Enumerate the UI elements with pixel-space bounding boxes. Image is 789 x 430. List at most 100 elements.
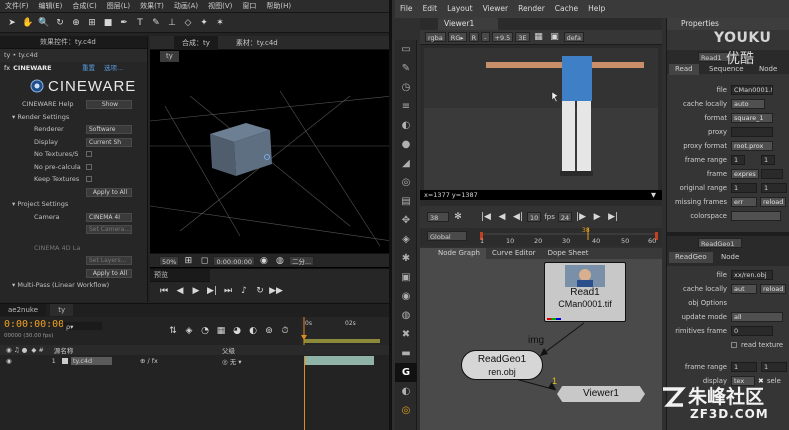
comp-timecode[interactable]: 0:00:00:00 — [213, 255, 255, 266]
viewer1-node[interactable]: Viewer1 — [557, 386, 645, 402]
layer-select[interactable]: rgba — [425, 32, 446, 42]
views-tools-icon[interactable]: ▣ — [395, 268, 417, 287]
rg-file-field[interactable]: xx/ren.obj — [731, 270, 773, 280]
timeline-ruler[interactable]: Global 38 1 10 20 30 40 50 60 — [420, 227, 662, 246]
clone-tool-icon[interactable]: ⊥ — [166, 17, 178, 29]
camera-tool-icon[interactable]: ⊕ — [70, 17, 82, 29]
ae-menu-window[interactable]: 窗口 — [237, 0, 261, 13]
frame-range-scope[interactable]: Global — [427, 231, 467, 241]
nuke-menu-edit[interactable]: Edit — [418, 0, 443, 20]
rectangle-tool-icon[interactable]: ■ — [102, 17, 114, 29]
play-icon[interactable]: ▶ — [190, 285, 202, 297]
layer-duration-bar[interactable] — [304, 356, 374, 365]
channel-icon[interactable]: ◍ — [274, 255, 286, 267]
ofx-tools-icon[interactable]: ◐ — [395, 382, 417, 401]
pen-tool-icon[interactable]: ✒ — [118, 17, 130, 29]
zoom-tool-icon[interactable]: 🔍 — [38, 17, 50, 29]
pan-behind-tool-icon[interactable]: ⊞ — [86, 17, 98, 29]
playhead-line[interactable] — [304, 356, 305, 430]
effect-header[interactable]: fx CINEWARE 重置 选项... — [0, 62, 147, 75]
prop-frame-field[interactable] — [761, 169, 783, 179]
loop-icon[interactable]: ↻ — [254, 285, 266, 297]
effect-options-link[interactable]: 选项... — [104, 62, 123, 75]
layer-tools-icon[interactable]: ▤ — [395, 192, 417, 211]
no-textures-checkbox[interactable] — [86, 151, 92, 157]
info-dropdown-icon[interactable]: ▼ — [651, 190, 656, 200]
readgeo1-node[interactable]: ReadGeo1 ren.obj — [461, 350, 543, 380]
roi-icon[interactable]: ▣ — [549, 31, 561, 43]
fps-field[interactable]: 24 — [557, 212, 573, 222]
skip-start-icon[interactable]: |◀ — [480, 211, 492, 223]
eraser-tool-icon[interactable]: ◇ — [182, 17, 194, 29]
prop-cache-select[interactable]: auto — [731, 99, 765, 109]
readgeo1-name-field[interactable]: ReadGeo1 — [698, 238, 742, 248]
brush-tool-icon[interactable]: ✎ — [150, 17, 162, 29]
draw-tools-icon[interactable]: ✎ — [395, 59, 417, 78]
current-timecode[interactable]: 0:00:00:00 — [4, 319, 64, 330]
ae-menu-help[interactable]: 帮助(H) — [261, 0, 296, 13]
rg-readtex-checkbox[interactable] — [731, 342, 737, 348]
keep-textures-checkbox[interactable] — [86, 176, 92, 182]
comp-tab[interactable]: 合成：ty — [174, 35, 218, 50]
preview-tab[interactable]: 预览 — [150, 269, 210, 282]
other-tools-icon[interactable]: ✖ — [395, 325, 417, 344]
motion-blur-icon[interactable]: ◕ — [231, 325, 243, 337]
parent-column[interactable]: 父级 — [222, 345, 235, 355]
mask-icon[interactable]: ◻ — [198, 255, 210, 267]
text-tool-icon[interactable]: T — [134, 17, 146, 29]
transform-tools-icon[interactable]: ✥ — [395, 211, 417, 230]
current-frame-field[interactable]: 38 — [427, 212, 449, 222]
furnace-tools-icon[interactable]: ▬ — [395, 344, 417, 363]
effect-controls-tab[interactable]: 效果控件：ty.c4d — [0, 36, 147, 49]
nuke-menu-help[interactable]: Help — [583, 0, 610, 20]
ae-menu-animation[interactable]: 动画(A) — [169, 0, 203, 13]
apply-to-all-button-2[interactable]: Apply to All — [86, 268, 132, 278]
ae-menu-view[interactable]: 视图(V) — [203, 0, 237, 13]
tab-dope-sheet[interactable]: Dope Sheet — [542, 248, 595, 259]
tab-node[interactable]: Node — [715, 252, 745, 263]
metadata-tools-icon[interactable]: ◉ — [395, 287, 417, 306]
selection-tool-icon[interactable]: ➤ — [6, 17, 18, 29]
step-back-icon[interactable]: ◀| — [512, 211, 524, 223]
channel-select[interactable]: RG▸ — [447, 32, 467, 42]
rg-cache-select[interactable]: aut — [731, 284, 757, 294]
input-a-select[interactable]: - — [481, 32, 490, 42]
layer-switches[interactable]: ⊕ ∕ fx — [140, 357, 158, 365]
display-select[interactable]: Current Sh — [86, 137, 132, 147]
comp-flow-icon[interactable]: ⇅ — [167, 325, 179, 337]
tab-node-graph[interactable]: Node Graph — [432, 248, 486, 259]
toolsets-icon[interactable]: ◍ — [395, 306, 417, 325]
play-backward-icon[interactable]: ◀ — [496, 211, 508, 223]
snapshot-icon[interactable]: ◉ — [258, 255, 270, 267]
nuke-menu-file[interactable]: File — [395, 0, 418, 20]
rg-update-select[interactable]: all — [731, 312, 783, 322]
step-forward-icon[interactable]: |▶ — [575, 211, 587, 223]
set-layers-button[interactable]: Set Layers... — [86, 256, 132, 265]
visibility-icon[interactable]: ◉ — [6, 357, 12, 365]
ae-menu-layer[interactable]: 图层(L) — [102, 0, 135, 13]
camera-select[interactable]: CINEMA 4I — [86, 212, 132, 222]
shy-icon[interactable]: ◔ — [199, 325, 211, 337]
frame-settings-icon[interactable]: ✻ — [452, 211, 464, 223]
channel-tools-icon[interactable]: ≡ — [395, 97, 417, 116]
search-field[interactable]: ρ▾ — [63, 321, 103, 331]
graph-editor-icon[interactable]: ◐ — [247, 325, 259, 337]
time-tools-icon[interactable]: ◷ — [395, 78, 417, 97]
ae-menu-composition[interactable]: 合成(C) — [67, 0, 101, 13]
prop-frame-select[interactable]: expres — [731, 169, 759, 179]
prop-file-field[interactable]: CMan0001.tif — [731, 85, 773, 95]
prop-proxyfmt-select[interactable]: root.prox — [731, 141, 773, 151]
rg-framerange-end[interactable]: 1 — [761, 362, 787, 372]
skip-end-icon[interactable]: ▶| — [607, 211, 619, 223]
frame-blend-icon[interactable]: ▦ — [215, 325, 227, 337]
fstop-field[interactable]: +9.5 — [491, 32, 514, 42]
first-frame-icon[interactable]: ⏮ — [158, 285, 170, 297]
table-row[interactable]: ◉ 1 ty.c4d ⊕ ∕ fx ◎ 无 ▾ — [0, 355, 392, 366]
timeline-tab-ty[interactable]: ty — [50, 304, 74, 316]
layer-name[interactable]: ty.c4d — [70, 356, 113, 365]
roto-tool-icon[interactable]: ✦ — [198, 17, 210, 29]
image-tools-icon[interactable]: ▭ — [395, 40, 417, 59]
gizmo-g-icon[interactable]: G — [395, 363, 417, 382]
prop-origrange-start[interactable]: 1 — [731, 183, 757, 193]
layer-parent-select[interactable]: ◎ 无 ▾ — [222, 356, 242, 366]
